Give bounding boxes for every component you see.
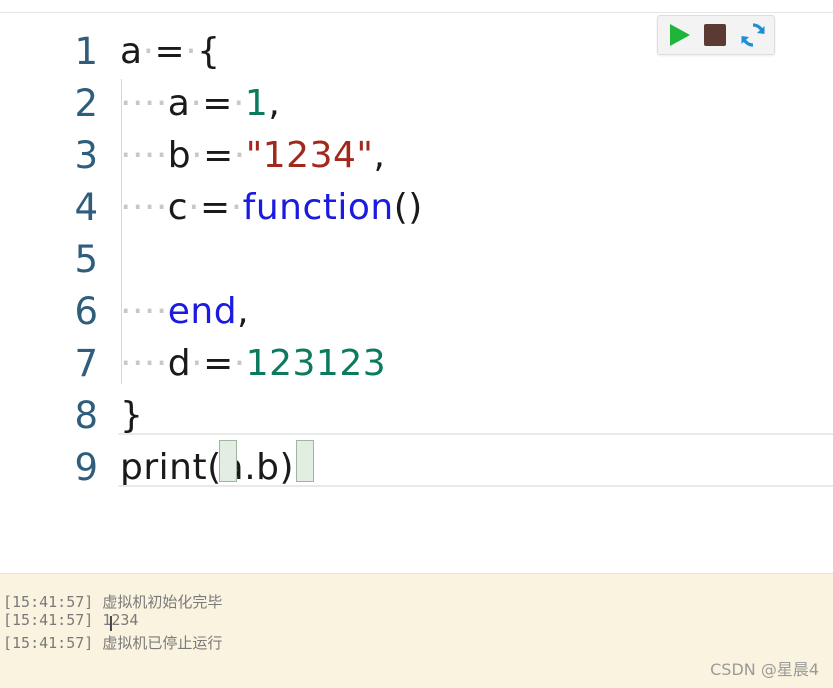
code-token: 1 xyxy=(244,83,269,124)
run-toolbar xyxy=(657,15,775,55)
code-line[interactable]: 7 ····d·=·123123 xyxy=(0,338,833,390)
code-token: = xyxy=(154,31,186,72)
whitespace-marker: · xyxy=(230,187,243,228)
code-line[interactable]: 3 ····b·=·"1234", xyxy=(0,130,833,182)
code-line[interactable]: 2 ····a·=·1, xyxy=(0,78,833,130)
whitespace-marker: ···· xyxy=(120,343,168,384)
whitespace-marker: · xyxy=(191,135,204,176)
code-token: { xyxy=(197,31,221,72)
code-token: 123123 xyxy=(245,343,387,384)
code-text[interactable]: ····end, xyxy=(120,286,249,338)
console-log-line: [15:41:57] 虚拟机初始化完毕 xyxy=(3,593,223,611)
bracket-match-close xyxy=(296,440,314,482)
line-number: 9 xyxy=(74,446,98,489)
line-number: 4 xyxy=(74,186,98,229)
code-token: () xyxy=(393,187,423,228)
code-line[interactable]: 4 ····c·=·function() xyxy=(0,182,833,234)
watermark: CSDN @星晨4 xyxy=(710,660,819,679)
code-line[interactable]: 5 xyxy=(0,234,833,286)
line-number: 5 xyxy=(74,238,98,281)
whitespace-marker: · xyxy=(190,83,203,124)
code-editor[interactable]: 1 a·=·{2 ····a·=·1, 3 ····b·=·"1234", 4 ····c·… xyxy=(0,13,833,573)
text-cursor-icon: I xyxy=(108,612,114,636)
code-token: } xyxy=(120,395,144,436)
whitespace-marker: · xyxy=(191,343,204,384)
code-token: c xyxy=(167,187,189,228)
code-token: b xyxy=(167,135,192,176)
line-number: 7 xyxy=(74,342,98,385)
whitespace-marker: ···· xyxy=(120,83,168,124)
code-text[interactable]: ····c·=·function() xyxy=(120,182,423,234)
whitespace-marker: · xyxy=(188,187,201,228)
console-log-line: [15:41:57] 1234 xyxy=(3,611,139,629)
bracket-match-open xyxy=(219,440,237,482)
code-token: = xyxy=(202,83,233,124)
code-text[interactable]: ····d·=·123123 xyxy=(120,338,386,390)
code-token: d xyxy=(167,343,192,384)
code-token: , xyxy=(268,83,281,124)
code-token: a xyxy=(167,83,191,124)
stop-icon[interactable] xyxy=(704,24,726,46)
code-token: , xyxy=(373,135,386,176)
tab-bar-edge xyxy=(0,0,833,13)
whitespace-marker: · xyxy=(233,343,246,384)
output-console[interactable]: [15:41:57] 虚拟机初始化完毕 [15:41:57] 1234 [15:… xyxy=(0,573,833,688)
whitespace-marker: ···· xyxy=(120,135,168,176)
line-number: 3 xyxy=(74,134,98,177)
code-line[interactable]: 6 ····end, xyxy=(0,286,833,338)
code-token: end xyxy=(167,291,238,332)
code-text[interactable]: ····b·=·"1234", xyxy=(120,130,385,182)
code-token: = xyxy=(203,343,234,384)
whitespace-marker: ···· xyxy=(120,291,168,332)
whitespace-marker: · xyxy=(142,31,155,72)
whitespace-marker: · xyxy=(185,31,198,72)
reload-icon[interactable] xyxy=(740,22,766,48)
code-token: "1234" xyxy=(245,135,374,176)
whitespace-marker: ···· xyxy=(120,187,168,228)
code-text[interactable]: ····a·=·1, xyxy=(120,78,280,130)
line-number: 1 xyxy=(74,30,98,73)
code-token: , xyxy=(237,291,250,332)
play-icon[interactable] xyxy=(670,24,690,46)
code-token: function xyxy=(242,187,394,228)
line-number: 8 xyxy=(74,394,98,437)
code-token: = xyxy=(203,135,234,176)
line-number: 6 xyxy=(74,290,98,333)
code-token: = xyxy=(200,187,231,228)
code-token: a xyxy=(120,31,143,72)
line-number: 2 xyxy=(74,82,98,125)
code-text[interactable]: a·=·{ xyxy=(120,26,221,78)
whitespace-marker: · xyxy=(232,83,245,124)
whitespace-marker: · xyxy=(233,135,246,176)
